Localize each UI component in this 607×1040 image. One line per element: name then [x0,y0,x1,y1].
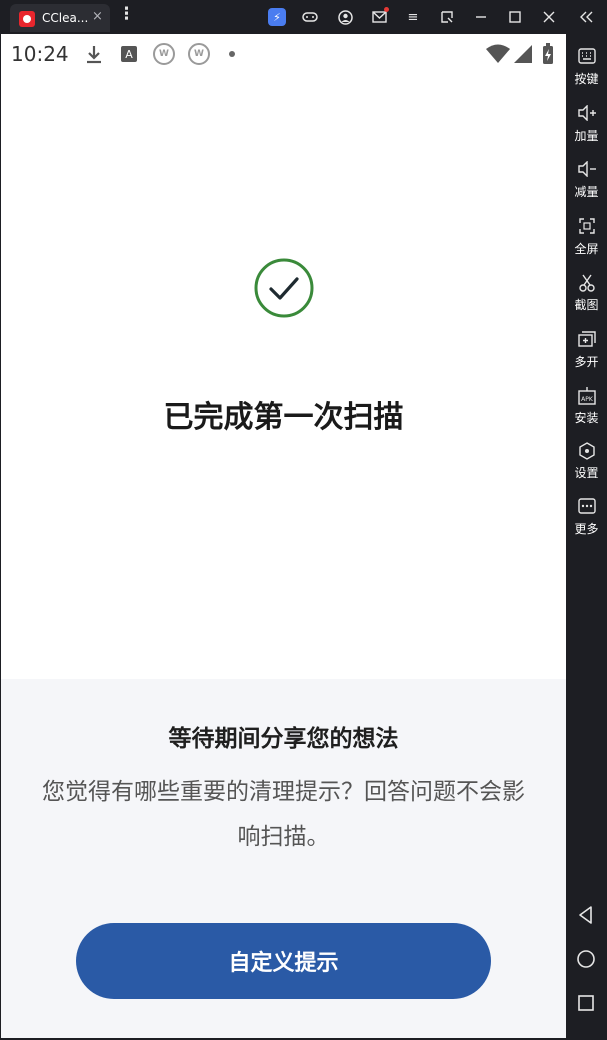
download-icon [85,43,103,65]
sidebar-item-label: 加量 [574,129,599,143]
sidebar-item-label: 截图 [574,298,599,312]
sidebar-item-volume-up[interactable]: 加量 [566,104,607,144]
sidebar-item-label: 设置 [574,466,599,480]
volume-up-icon [577,104,597,125]
tab-close-icon[interactable]: × [92,9,103,24]
feedback-panel: 等待期间分享您的想法 您觉得有哪些重要的清理提示？回答问题不会影响扫描。 自定义… [1,679,566,1038]
battery-icon [542,43,554,65]
more-icon [577,498,597,518]
apk-icon: APK [577,387,597,407]
a-icon: A [121,46,137,62]
wifi-icon [485,43,511,65]
sidebar-item-label: 多开 [574,355,599,369]
sidebar-item-label: 全屏 [574,242,599,256]
sidebar-item-install[interactable]: APK 安装 [566,387,607,426]
maximize-icon[interactable] [506,8,524,26]
notification-dot [384,7,389,12]
signal-icon [513,43,533,65]
close-icon[interactable] [540,8,558,26]
settings-icon [577,442,597,462]
w-icon: W [188,43,210,65]
dot-icon [229,51,235,57]
volume-down-icon [577,160,597,181]
status-time: 10:24 [11,42,69,66]
fullscreen-icon [577,218,597,238]
status-bar: 10:24 A W W [1,34,566,74]
sidebar-item-label: 减量 [574,185,599,199]
mail-icon[interactable] [370,7,389,26]
sidebar-item-volume-down[interactable]: 减量 [566,160,607,200]
menu-dots-icon[interactable]: ⋮ [118,6,135,23]
account-icon[interactable] [336,8,354,26]
sidebar-item-fullscreen[interactable]: 全屏 [566,218,607,257]
sidebar-item-label: 安装 [574,411,599,425]
sidebar-item-multi-instance[interactable]: 多开 [566,331,607,370]
panel-description: 您觉得有哪些重要的清理提示？回答问题不会影响扫描。 [42,779,525,850]
emulator-titlebar: CClea... × ⋮ ⚡ ≡ [0,0,607,34]
gamepad-icon[interactable] [301,8,319,26]
ccleaner-icon [19,11,35,27]
home-icon[interactable] [574,947,598,971]
check-circle-icon [254,258,314,318]
scissors-icon [577,274,597,294]
w-icon: W [153,43,175,65]
svg-text:APK: APK [581,396,594,403]
sidebar-item-label: 按键 [574,72,599,86]
back-icon[interactable] [574,903,598,927]
tab-title: CClea... [42,11,89,25]
sidebar-item-label: 更多 [574,522,599,536]
phone-screen: 10:24 A W W 已完成第一次扫描 等待期间分享您的想法 您觉得有哪些重要… [1,34,566,1038]
restore-icon[interactable] [438,8,456,26]
sidebar-item-more[interactable]: 更多 [566,498,607,537]
sidebar-item-settings[interactable]: 设置 [566,442,607,481]
minimize-icon[interactable] [472,8,490,26]
app-tab[interactable]: CClea... × [10,4,110,32]
keyboard-icon [577,48,597,68]
scan-complete-heading: 已完成第一次扫描 [163,400,404,435]
emulator-sidebar: 按键 加量 减量 全屏 截图 多开 APK 安装 设置 更多 [566,34,607,1040]
sidebar-item-screenshot[interactable]: 截图 [566,274,607,313]
recents-icon[interactable] [574,991,598,1015]
panel-title: 等待期间分享您的想法 [168,726,399,752]
sidebar-item-keys[interactable]: 按键 [566,48,607,87]
custom-tips-button[interactable]: 自定义提示 [76,923,491,999]
multi-instance-icon [577,331,597,351]
bolt-icon[interactable]: ⚡ [268,8,286,26]
collapse-icon[interactable] [578,8,596,26]
hamburger-icon[interactable]: ≡ [404,8,422,26]
